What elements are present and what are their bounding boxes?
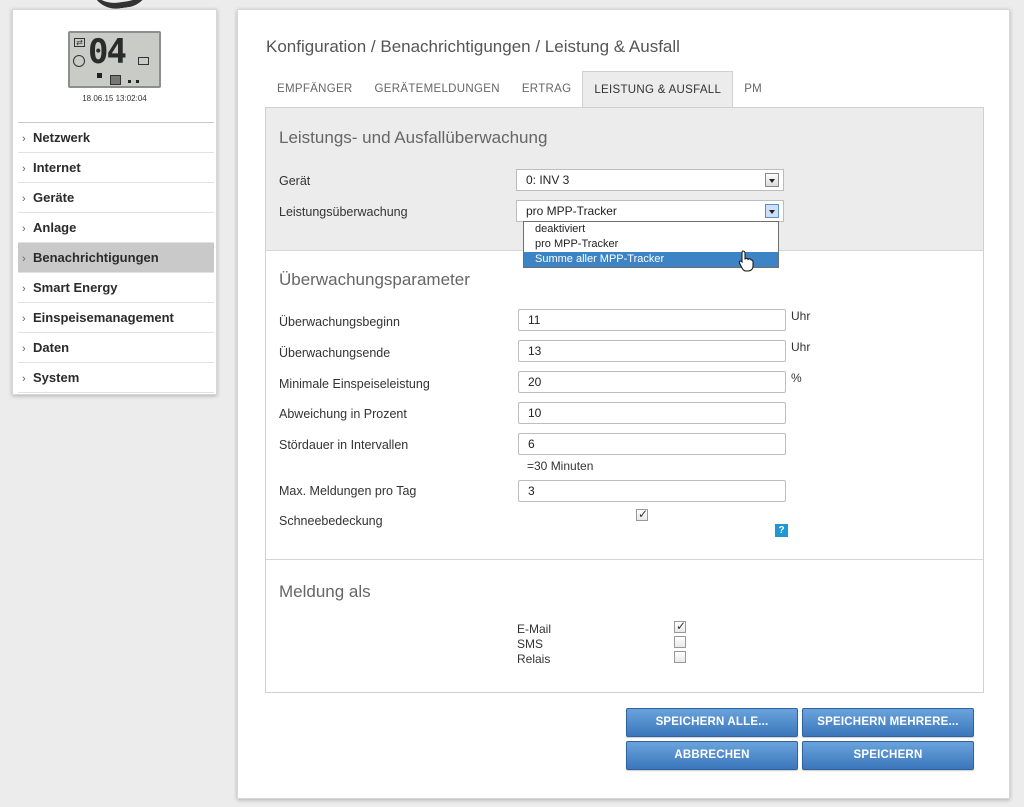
tab-ertrag[interactable]: ERTRAG: [511, 71, 583, 108]
section-title: Überwachungsparameter: [279, 270, 470, 289]
sidebar-item-netzwerk[interactable]: › Netzwerk: [18, 123, 214, 153]
chevron-right-icon: ›: [22, 283, 26, 295]
fault-duration-input[interactable]: 6: [518, 433, 786, 455]
sidebar-nav: › Netzwerk › Internet › Geräte › Anlage › Ben…: [18, 122, 214, 393]
sidebar-item-label: System: [33, 370, 80, 385]
notify-email-label: E-Mail: [517, 622, 552, 636]
start-label: Überwachungsbeginn: [279, 315, 400, 329]
sidebar-item-system[interactable]: › System: [18, 363, 214, 393]
chevron-right-icon: ›: [22, 313, 26, 325]
lcd-value: 04: [88, 32, 127, 72]
monitoring-select-value: pro MPP-Tracker: [526, 204, 617, 218]
meter-icon: [110, 75, 121, 85]
dots-icon: [128, 80, 139, 84]
section-title: Meldung als: [279, 582, 371, 601]
tab-pm[interactable]: PM: [733, 71, 773, 108]
device-datetime: 18.06.15 13:02:04: [82, 94, 147, 103]
chevron-right-icon: ›: [22, 163, 26, 175]
sidebar: ⇄ 04 18.06.15 13:02:04 › Netzwerk › Intern…: [12, 9, 217, 395]
save-button[interactable]: SPEICHERN: [802, 741, 974, 770]
breadcrumb: Konfiguration / Benachrichtigungen / Lei…: [266, 37, 680, 56]
tab-empfaenger[interactable]: EMPFÄNGER: [266, 71, 364, 108]
device-select[interactable]: 0: INV 3: [516, 169, 784, 191]
tab-geraetemeldungen[interactable]: GERÄTEMELDUNGEN: [364, 71, 511, 108]
sidebar-item-benachrichtigungen[interactable]: › Benachrichtigungen: [18, 243, 214, 273]
notify-relais-label: Relais: [517, 652, 551, 666]
chevron-right-icon: ›: [22, 223, 26, 235]
section-title: Leistungs- und Ausfallüberwachung: [279, 128, 548, 147]
save-all-button[interactable]: SPEICHERN ALLE...: [626, 708, 798, 737]
monitoring-select[interactable]: pro MPP-Tracker: [516, 200, 784, 222]
hand-cursor-icon: [738, 250, 754, 272]
start-unit: Uhr: [791, 309, 811, 323]
sidebar-item-smart-energy[interactable]: › Smart Energy: [18, 273, 214, 303]
min-power-label: Minimale Einspeiseleistung: [279, 377, 430, 391]
network-icon: ⇄: [74, 38, 85, 47]
main-panel: Konfiguration / Benachrichtigungen / Lei…: [237, 9, 1010, 799]
cancel-button[interactable]: ABBRECHEN: [626, 741, 798, 770]
snow-cover-checkbox[interactable]: [636, 507, 648, 521]
fault-duration-hint: =30 Minuten: [527, 459, 594, 473]
sidebar-item-label: Internet: [33, 160, 81, 175]
device-lcd-display: ⇄ 04: [68, 31, 161, 88]
help-icon[interactable]: ?: [775, 524, 788, 537]
chevron-right-icon: ›: [22, 253, 26, 265]
deviation-input[interactable]: 10: [518, 402, 786, 424]
status-indicator-icon: [97, 73, 102, 78]
min-power-unit: %: [791, 371, 802, 385]
sidebar-item-geraete[interactable]: › Geräte: [18, 183, 214, 213]
dropdown-option-deaktiviert[interactable]: deaktiviert: [524, 222, 778, 237]
sidebar-item-anlage[interactable]: › Anlage: [18, 213, 214, 243]
sidebar-item-internet[interactable]: › Internet: [18, 153, 214, 183]
start-input[interactable]: 11: [518, 309, 786, 331]
save-multiple-button[interactable]: SPEICHERN MEHRERE...: [802, 708, 974, 737]
fault-duration-label: Stördauer in Intervallen: [279, 438, 409, 452]
snow-cover-label: Schneebedeckung: [279, 514, 383, 528]
chevron-down-icon: [765, 204, 779, 218]
notify-sms-label: SMS: [517, 637, 544, 651]
tab-leistung-ausfall[interactable]: LEISTUNG & AUSFALL: [582, 71, 734, 108]
device-select-value: 0: INV 3: [526, 173, 570, 187]
end-label: Überwachungsende: [279, 346, 391, 360]
sidebar-item-label: Einspeisemanagement: [33, 310, 174, 325]
chevron-right-icon: ›: [22, 343, 26, 355]
tab-bar: EMPFÄNGER GERÄTEMELDUNGEN ERTRAG LEISTUN…: [266, 71, 773, 108]
sidebar-item-label: Smart Energy: [33, 280, 118, 295]
globe-icon: [73, 55, 85, 67]
device-label: Gerät: [279, 174, 311, 188]
end-input[interactable]: 13: [518, 340, 786, 362]
notify-relais-checkbox[interactable]: [674, 651, 686, 663]
chevron-right-icon: ›: [22, 193, 26, 205]
min-power-input[interactable]: 20: [518, 371, 786, 393]
settings-form: Leistungs- und Ausfallüberwachung Gerät …: [265, 107, 984, 693]
notify-sms-checkbox[interactable]: [674, 636, 686, 648]
sidebar-item-label: Benachrichtigungen: [33, 250, 159, 265]
sidebar-item-daten[interactable]: › Daten: [18, 333, 214, 363]
divider: [266, 559, 983, 560]
end-unit: Uhr: [791, 340, 811, 354]
sidebar-item-label: Anlage: [33, 220, 77, 235]
chevron-down-icon: [765, 173, 779, 187]
notify-email-checkbox[interactable]: [674, 619, 686, 633]
max-messages-input[interactable]: 3: [518, 480, 786, 502]
monitoring-label: Leistungsüberwachung: [279, 205, 408, 219]
chevron-right-icon: ›: [22, 133, 26, 145]
sidebar-item-label: Daten: [33, 340, 70, 355]
max-messages-label: Max. Meldungen pro Tag: [279, 484, 417, 498]
sidebar-item-label: Geräte: [33, 190, 75, 205]
sidebar-item-label: Netzwerk: [33, 130, 91, 145]
sidebar-item-einspeisemanagement[interactable]: › Einspeisemanagement: [18, 303, 214, 333]
deviation-label: Abweichung in Prozent: [279, 407, 407, 421]
chevron-right-icon: ›: [22, 373, 26, 385]
envelope-icon: [138, 57, 149, 65]
